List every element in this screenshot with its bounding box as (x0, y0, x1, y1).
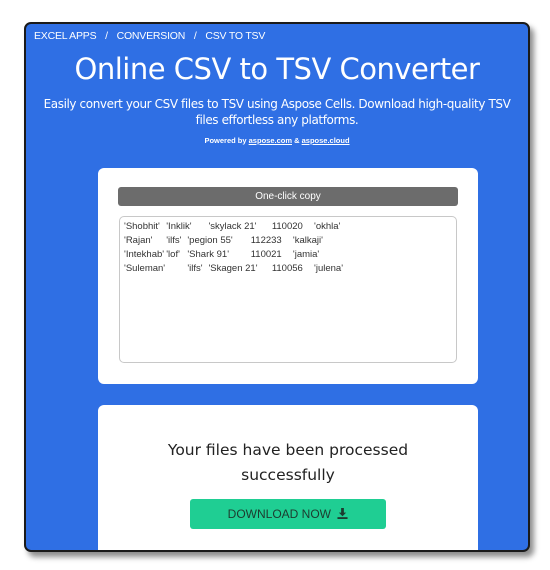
aspose-cloud-link[interactable]: aspose.cloud (302, 136, 350, 145)
page-subtitle: Easily convert your CSV files to TSV usi… (43, 97, 511, 127)
success-message: Your files have been processed successfu… (167, 441, 409, 484)
breadcrumb-excel-apps[interactable]: EXCEL APPS (34, 30, 97, 42)
powered-by-label: Powered by (204, 136, 247, 145)
tsv-output-textarea[interactable]: 'Shobhit' 'Inklik' 'skylack 21' 110020 '… (119, 216, 457, 363)
powered-by: Powered by aspose.com & aspose.cloud (26, 136, 528, 145)
result-card: One-click copy 'Shobhit' 'Inklik' 'skyla… (98, 168, 478, 384)
download-card: Your files have been processed successfu… (98, 405, 478, 550)
aspose-com-link[interactable]: aspose.com (249, 136, 292, 145)
download-icon (337, 508, 348, 519)
download-button-label: DOWNLOAD NOW (227, 507, 331, 521)
breadcrumb-csv-to-tsv[interactable]: CSV TO TSV (205, 30, 265, 42)
breadcrumb-separator: / (193, 30, 197, 42)
page-title: Online CSV to TSV Converter (74, 52, 480, 86)
breadcrumb-conversion[interactable]: CONVERSION (117, 30, 186, 42)
one-click-copy-button[interactable]: One-click copy (118, 187, 458, 206)
download-now-button[interactable]: DOWNLOAD NOW (190, 499, 386, 529)
breadcrumb: EXCEL APPS / CONVERSION / CSV TO TSV (34, 30, 265, 42)
app-window: EXCEL APPS / CONVERSION / CSV TO TSV Onl… (24, 22, 530, 552)
powered-by-amp: & (294, 136, 300, 145)
breadcrumb-separator: / (105, 30, 108, 42)
